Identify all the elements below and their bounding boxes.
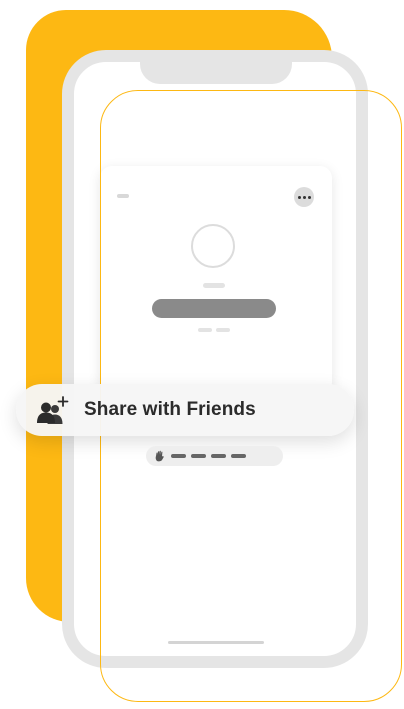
token-placeholder-pill xyxy=(146,446,283,466)
token-dash xyxy=(211,454,226,458)
token-dash xyxy=(231,454,246,458)
phone-notch xyxy=(140,50,292,84)
add-person-icon xyxy=(37,396,69,424)
token-dash xyxy=(171,454,186,458)
token-dash xyxy=(191,454,206,458)
share-label: Share with Friends xyxy=(84,399,256,420)
share-with-friends-button[interactable]: Share with Friends xyxy=(16,384,354,436)
hand-stop-icon xyxy=(155,450,164,462)
home-indicator xyxy=(168,641,264,644)
